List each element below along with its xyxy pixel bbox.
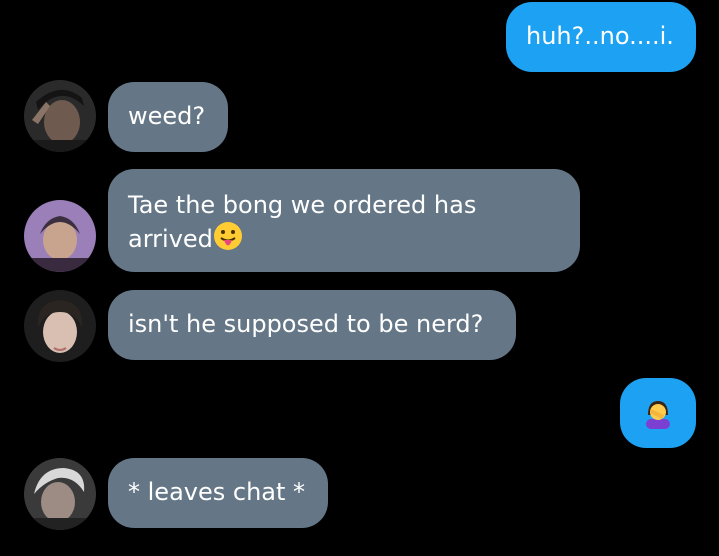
message-text: weed? — [128, 102, 206, 130]
message-text: arrived — [128, 225, 213, 253]
message-bubble-incoming[interactable]: * leaves chat * — [108, 458, 328, 528]
message-text-line2: arrived — [128, 221, 560, 259]
avatar[interactable] — [24, 290, 96, 362]
message-bubble-incoming[interactable]: Tae the bong we ordered has arrived — [108, 169, 580, 272]
message-text: Tae the bong we ordered has — [128, 191, 477, 219]
message-bubble-outgoing[interactable] — [620, 378, 696, 448]
person-facepalming-emoji — [642, 397, 674, 437]
message-bubble-incoming[interactable]: isn't he supposed to be nerd? — [108, 290, 516, 360]
message-bubble-outgoing[interactable]: huh?..no....i. — [506, 2, 696, 72]
message-bubble-incoming[interactable]: weed? — [108, 82, 228, 152]
message-text: * leaves chat * — [128, 478, 306, 506]
message-text: isn't he supposed to be nerd? — [128, 310, 484, 338]
avatar[interactable] — [24, 458, 96, 530]
face-with-tongue-emoji — [213, 221, 243, 259]
avatar[interactable] — [24, 80, 96, 152]
avatar[interactable] — [24, 200, 96, 272]
message-text: huh?..no....i. — [526, 22, 674, 50]
